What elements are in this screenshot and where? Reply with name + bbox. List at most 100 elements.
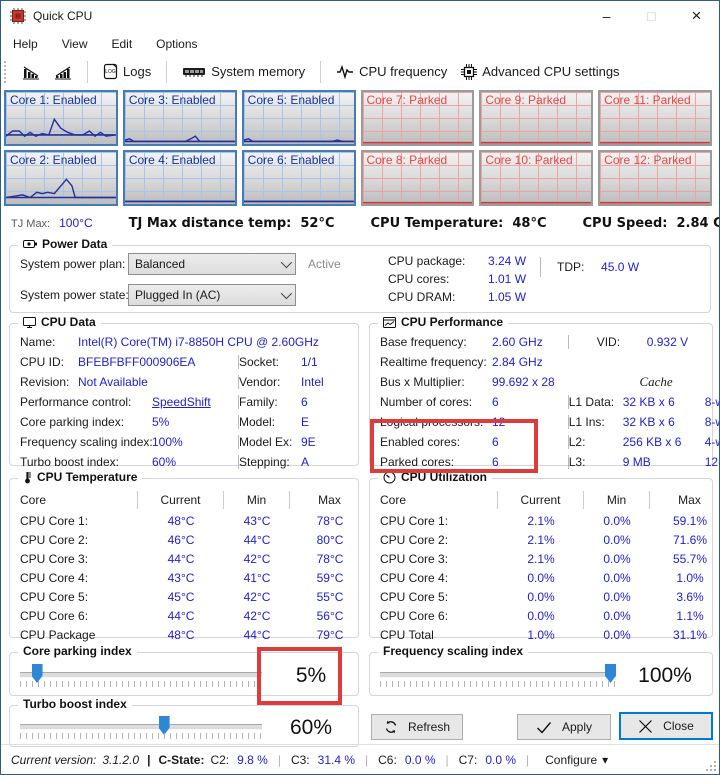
- c7-value: 0.0 %: [485, 753, 516, 767]
- x-icon: [638, 719, 653, 734]
- title-bar: Quick CPU – □ ×: [1, 1, 719, 31]
- core-label: Core 10: Parked: [485, 153, 572, 167]
- chart-descending-icon: [22, 64, 40, 80]
- c6-value: 0.0 %: [405, 753, 436, 767]
- active-label: Active: [308, 257, 341, 271]
- toolbar-grip[interactable]: [4, 61, 10, 83]
- vendor-value: Intel: [301, 375, 324, 389]
- menu-help[interactable]: Help: [13, 37, 38, 51]
- apply-label: Apply: [562, 720, 592, 734]
- configure-dropdown[interactable]: Configure▾: [545, 753, 608, 767]
- monitor-icon: [23, 317, 36, 328]
- frequency-scaling-slider-section: Frequency scaling index 100%: [369, 652, 713, 696]
- close-window-button[interactable]: ×: [674, 1, 719, 31]
- core-parking-index-value: 5%: [152, 415, 169, 429]
- menu-edit[interactable]: Edit: [111, 37, 132, 51]
- speedshift-link[interactable]: SpeedShift: [152, 395, 211, 409]
- cpu-chip-icon: [461, 64, 477, 80]
- l3-ways: 12-way: [705, 455, 720, 469]
- quick-cpu-window: Quick CPU – □ × Help View Edit Options L…: [0, 0, 720, 775]
- model-ex-value: 9E: [301, 435, 316, 449]
- turbo-boost-slider-section: Turbo boost index 60%: [9, 705, 359, 747]
- core-label: Core 2: Enabled: [10, 153, 97, 167]
- frequency-scaling-slider[interactable]: [380, 663, 616, 689]
- refresh-label: Refresh: [408, 720, 450, 734]
- slider-ticks: [380, 681, 616, 687]
- configure-label: Configure: [545, 753, 597, 767]
- cpu-name-label: Name:: [20, 335, 78, 349]
- frequency-scaling-value: 100%: [626, 664, 704, 688]
- resize-grip[interactable]: [706, 761, 717, 772]
- menu-options[interactable]: Options: [156, 37, 197, 51]
- table-row: CPU Package48°C44°C79°C: [20, 625, 358, 644]
- tdp-value: 45.0 W: [601, 260, 639, 274]
- turbo-boost-value: 60%: [272, 716, 350, 740]
- minimize-button[interactable]: –: [584, 1, 629, 31]
- core-parking-slider[interactable]: [20, 663, 262, 689]
- table-row: CPU Core 3:44°C42°C78°C: [20, 549, 358, 568]
- cpu-dram-value: 1.05 W: [488, 290, 526, 304]
- l3-size: 9 MB: [623, 455, 705, 469]
- core-label: Core 9: Parked: [485, 93, 566, 107]
- logs-button[interactable]: LOG Logs: [96, 60, 158, 83]
- turbo-boost-slider[interactable]: [20, 715, 262, 741]
- family-label: Family:: [239, 395, 301, 409]
- table-row: CPU Core 6:44°C42°C56°C: [20, 606, 358, 625]
- divider: |: [526, 753, 529, 767]
- menu-view[interactable]: View: [62, 37, 88, 51]
- power-state-select[interactable]: Plugged In (AC): [128, 284, 296, 306]
- cpu-name-value: Intel(R) Core(TM) i7-8850H CPU @ 2.60GHz: [78, 335, 319, 349]
- c2-label: C2:: [210, 753, 229, 767]
- tjmax-label: TJ Max:: [11, 218, 50, 230]
- maximize-button[interactable]: □: [629, 1, 674, 31]
- bus-multiplier-value: 99.692 x 28: [492, 375, 555, 389]
- chart-ascending-button[interactable]: [47, 61, 79, 83]
- menu-bar: Help View Edit Options: [1, 31, 719, 56]
- tdp-label: TDP:: [557, 260, 601, 274]
- divider: |: [147, 753, 150, 767]
- toolbar: LOG Logs System memory CPU frequency Adv…: [1, 56, 719, 87]
- core-4-graph: Core 4: Enabled: [123, 150, 237, 206]
- core-parking-index-label: Core parking index:: [20, 415, 152, 429]
- chevron-down-icon: [281, 256, 292, 267]
- thermometer-icon: [23, 471, 32, 484]
- cpu-frequency-button[interactable]: CPU frequency: [329, 61, 454, 82]
- ram-icon: [182, 66, 206, 78]
- core-6-graph: Core 6: Enabled: [242, 150, 356, 206]
- slider-ticks: [20, 733, 262, 739]
- core-label: Core 8: Parked: [367, 153, 448, 167]
- apply-button[interactable]: Apply: [517, 714, 611, 740]
- l1-data-ways: 8-way: [705, 395, 720, 409]
- slider-track[interactable]: [380, 672, 616, 678]
- performance-chart-icon: [383, 317, 396, 328]
- core-7-graph: Core 7: Parked: [361, 90, 475, 146]
- power-state-value: Plugged In (AC): [135, 288, 220, 302]
- advanced-cpu-settings-label: Advanced CPU settings: [482, 64, 619, 79]
- power-plan-select[interactable]: Balanced: [128, 253, 296, 275]
- window-title: Quick CPU: [33, 9, 92, 23]
- pulse-icon: [336, 65, 354, 79]
- frequency-scaling-index-value: 100%: [152, 435, 183, 449]
- divider: |: [365, 753, 368, 767]
- cpu-speed-value: 2.84 GHz: [676, 216, 720, 231]
- chart-descending-button[interactable]: [15, 61, 47, 83]
- battery-icon: [23, 239, 37, 249]
- realtime-frequency-label: Realtime frequency:: [380, 355, 492, 369]
- svg-text:LOG: LOG: [105, 69, 116, 75]
- model-ex-label: Model Ex:: [239, 435, 301, 449]
- annotation-box-enabled-parked-cores: [370, 419, 538, 473]
- system-memory-button[interactable]: System memory: [175, 61, 312, 82]
- realtime-frequency-value: 2.84 GHz: [492, 355, 543, 369]
- refresh-button[interactable]: Refresh: [371, 714, 463, 740]
- close-button[interactable]: Close: [619, 712, 713, 740]
- cpu-package-label: CPU package:: [388, 254, 488, 268]
- core-label: Core 3: Enabled: [129, 93, 216, 107]
- slider-track[interactable]: [20, 724, 262, 730]
- advanced-cpu-settings-button[interactable]: Advanced CPU settings: [454, 61, 626, 83]
- cpu-cores-label: CPU cores:: [388, 272, 488, 286]
- table-row: CPU Core 1:2.1%0.0%59.1%: [380, 511, 712, 530]
- l2-size: 256 KB x 6: [623, 435, 705, 449]
- toolbar-separator: [87, 61, 88, 83]
- slider-track[interactable]: [20, 672, 262, 678]
- core-9-graph: Core 9: Parked: [479, 90, 593, 146]
